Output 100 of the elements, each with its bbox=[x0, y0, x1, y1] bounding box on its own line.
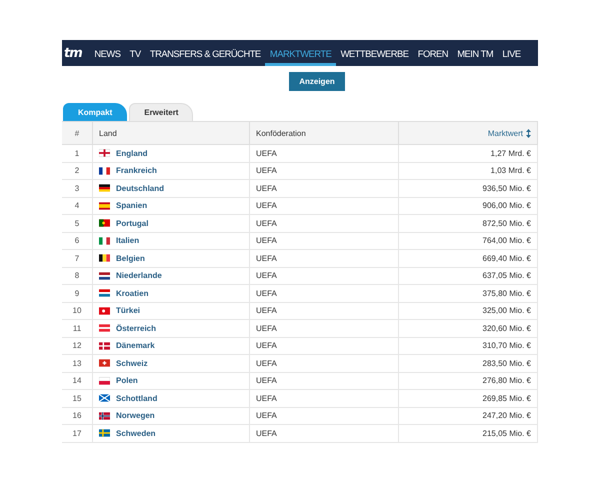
rank-cell: 13 bbox=[72, 358, 82, 368]
market-value-cell: 906,00 Mio. € bbox=[482, 201, 531, 210]
column-header: Konföderation bbox=[256, 128, 306, 138]
market-value-cell: 936,50 Mio. € bbox=[482, 184, 531, 193]
confederation-cell: UEFA bbox=[256, 324, 277, 333]
nav-item[interactable]: MARKTWERTE bbox=[265, 40, 336, 66]
rank-cell: 3 bbox=[74, 184, 80, 193]
flag-icon bbox=[99, 324, 110, 332]
country-link[interactable]: Polen bbox=[116, 376, 138, 386]
flag-icon bbox=[99, 342, 110, 350]
flag-icon bbox=[99, 202, 110, 210]
flag-icon bbox=[99, 429, 110, 438]
country-link[interactable]: Türkei bbox=[116, 306, 140, 316]
country-link[interactable]: Deutschland bbox=[116, 184, 164, 193]
country-link[interactable]: Belgien bbox=[116, 254, 145, 263]
flag-icon bbox=[99, 219, 110, 228]
confederation-cell: UEFA bbox=[256, 288, 277, 298]
market-value-cell: 320,60 Mio. € bbox=[482, 324, 531, 333]
country-link[interactable]: Schottland bbox=[116, 394, 158, 403]
flag-icon bbox=[99, 306, 110, 315]
flag-icon bbox=[99, 254, 110, 262]
flag-icon bbox=[99, 149, 110, 158]
rank-cell: 10 bbox=[72, 306, 82, 316]
country-link[interactable]: Frankreich bbox=[116, 166, 157, 176]
confederation-cell: UEFA bbox=[256, 166, 277, 176]
market-value-cell: 1,03 Mrd. € bbox=[490, 166, 531, 176]
column-header[interactable]: Marktwert bbox=[488, 128, 523, 138]
rank-cell: 1 bbox=[74, 148, 80, 158]
confederation-cell: UEFA bbox=[256, 394, 277, 403]
confederation-cell: UEFA bbox=[256, 306, 277, 316]
rank-cell: 15 bbox=[72, 394, 82, 403]
market-value-cell: 764,00 Mio. € bbox=[482, 236, 531, 246]
rank-cell: 9 bbox=[74, 288, 80, 298]
market-value-cell: 247,20 Mio. € bbox=[482, 411, 531, 420]
market-value-cell: 1,27 Mrd. € bbox=[490, 148, 531, 158]
flag-icon bbox=[99, 289, 110, 298]
nav-item[interactable]: LIVE bbox=[498, 40, 526, 66]
rank-cell: 6 bbox=[74, 236, 80, 246]
country-link[interactable]: Schweiz bbox=[116, 358, 148, 368]
confederation-cell: UEFA bbox=[256, 376, 277, 386]
market-value-cell: 276,80 Mio. € bbox=[482, 376, 531, 386]
rank-cell: 12 bbox=[72, 341, 82, 350]
rank-cell: 7 bbox=[74, 254, 80, 263]
confederation-cell: UEFA bbox=[256, 148, 277, 158]
country-link[interactable]: Spanien bbox=[116, 201, 148, 210]
market-value-cell: 269,85 Mio. € bbox=[482, 394, 531, 403]
confederation-cell: UEFA bbox=[256, 271, 277, 280]
flag-icon bbox=[99, 166, 110, 175]
rank-cell: 14 bbox=[72, 376, 82, 386]
flag-icon bbox=[99, 272, 110, 280]
confederation-cell: UEFA bbox=[256, 428, 277, 438]
market-value-cell: 310,70 Mio. € bbox=[482, 341, 531, 350]
country-link[interactable]: Österreich bbox=[116, 324, 156, 333]
flag-icon bbox=[99, 359, 110, 368]
confederation-cell: UEFA bbox=[256, 236, 277, 246]
market-value-cell: 669,40 Mio. € bbox=[482, 254, 531, 263]
country-link[interactable]: Dänemark bbox=[116, 341, 155, 350]
country-link[interactable]: Schweden bbox=[116, 428, 156, 438]
market-value-cell: 375,80 Mio. € bbox=[482, 288, 531, 298]
market-value-cell: 325,00 Mio. € bbox=[482, 306, 531, 316]
column-header: # bbox=[74, 128, 80, 138]
country-link[interactable]: England bbox=[116, 148, 148, 158]
confederation-cell: UEFA bbox=[256, 218, 277, 228]
rank-cell: 2 bbox=[74, 166, 80, 176]
confederation-cell: UEFA bbox=[256, 254, 277, 263]
market-value-cell: 637,05 Mio. € bbox=[482, 271, 531, 280]
nav-item[interactable]: TV bbox=[125, 40, 146, 66]
nav-item[interactable]: NEWS bbox=[90, 40, 126, 66]
country-link[interactable]: Italien bbox=[116, 236, 140, 246]
market-value-cell: 872,50 Mio. € bbox=[482, 218, 531, 228]
country-link[interactable]: Portugal bbox=[116, 218, 148, 228]
country-link[interactable]: Kroatien bbox=[116, 288, 148, 298]
market-value-cell: 215,05 Mio. € bbox=[482, 428, 531, 438]
confederation-cell: UEFA bbox=[256, 358, 277, 368]
confederation-cell: UEFA bbox=[256, 201, 277, 210]
nav-item[interactable]: WETTBEWERBE bbox=[336, 40, 414, 66]
show-button[interactable]: Anzeigen bbox=[289, 72, 345, 91]
rank-cell: 8 bbox=[74, 271, 80, 280]
rank-cell: 11 bbox=[72, 324, 82, 333]
flag-icon bbox=[99, 376, 110, 385]
confederation-cell: UEFA bbox=[256, 184, 277, 193]
rank-cell: 16 bbox=[72, 411, 82, 420]
country-link[interactable]: Norwegen bbox=[116, 411, 155, 420]
rank-cell: 5 bbox=[74, 218, 80, 228]
flag-icon bbox=[99, 236, 110, 245]
confederation-cell: UEFA bbox=[256, 341, 277, 350]
flag-icon bbox=[99, 184, 110, 192]
logo[interactable]: tm bbox=[64, 46, 82, 60]
country-link[interactable]: Niederlande bbox=[116, 271, 162, 280]
sort-icon[interactable] bbox=[526, 128, 531, 138]
market-value-cell: 283,50 Mio. € bbox=[482, 358, 531, 368]
tab[interactable]: Erweitert bbox=[129, 103, 194, 121]
nav-item[interactable]: FOREN bbox=[413, 40, 453, 66]
rank-cell: 4 bbox=[74, 201, 80, 210]
confederation-cell: UEFA bbox=[256, 411, 277, 420]
flag-icon bbox=[99, 412, 110, 420]
rank-cell: 17 bbox=[72, 428, 82, 438]
flag-icon bbox=[99, 394, 110, 402]
nav-item[interactable]: TRANSFERS & GERÜCHTE bbox=[145, 40, 266, 66]
nav-item[interactable]: MEIN TM bbox=[452, 40, 498, 66]
